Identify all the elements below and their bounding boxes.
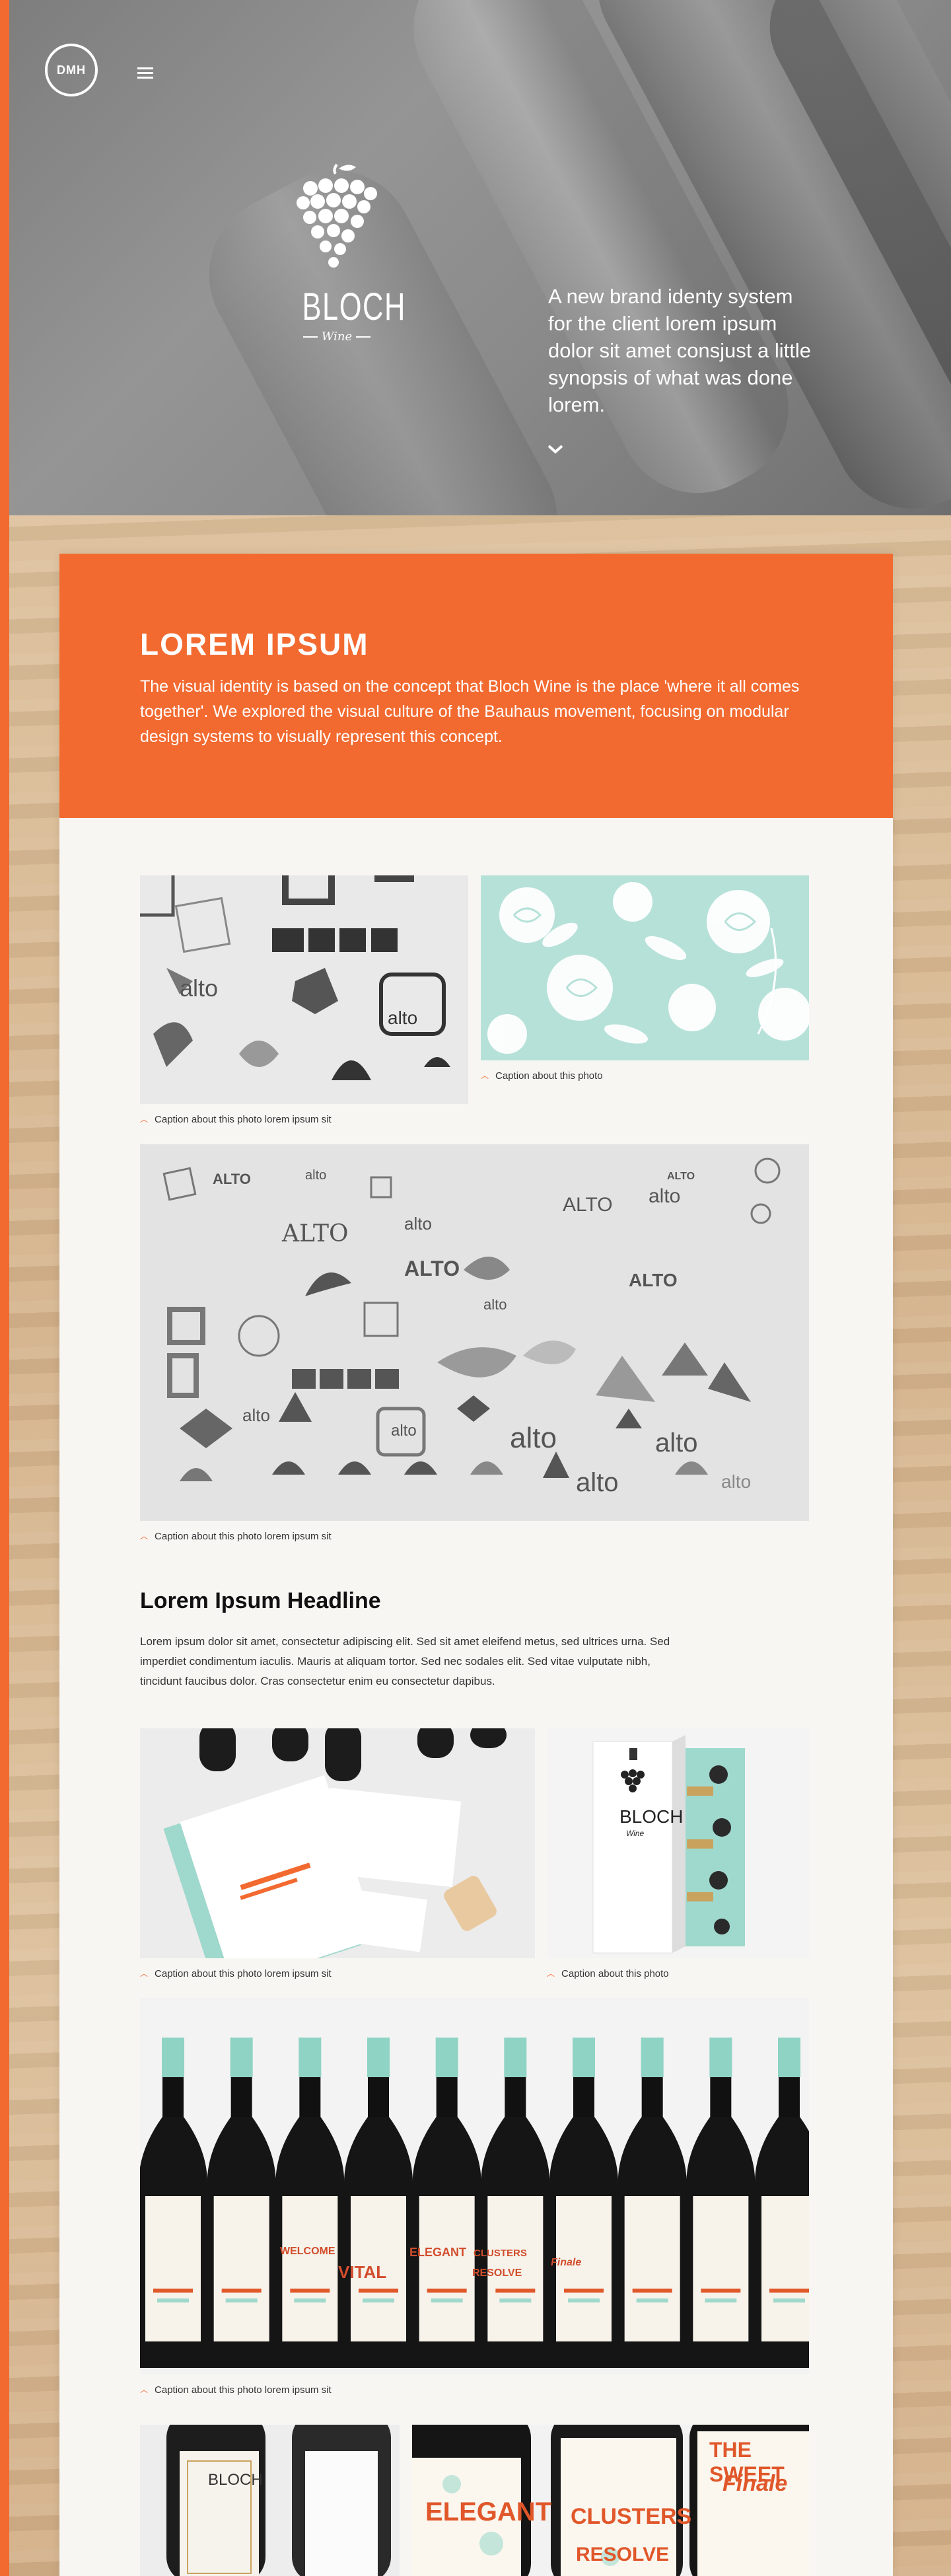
logo-word: ALTO	[282, 1220, 349, 1247]
logo-word: alto	[388, 1008, 418, 1028]
intro-text: The visual identity is based on the conc…	[140, 677, 800, 746]
chevron-up-icon: ︿	[140, 1969, 149, 1978]
box-sub: Wine	[626, 1829, 645, 1838]
label-text: RESOLVE	[472, 2267, 522, 2279]
logo-word: alto	[404, 1214, 432, 1233]
logo-word: alto	[655, 1428, 698, 1457]
logo-word: alto	[180, 975, 219, 1002]
bottle-labels-photo[interactable]: ELEGANT CLUSTERS RESOLVE THE SWEET Final…	[412, 2425, 809, 2576]
label-text: WELCOME	[280, 2246, 335, 2257]
logo-word: ALTO	[213, 1171, 251, 1187]
label-text: CLUSTERS	[474, 2248, 527, 2259]
bottles-svg	[140, 2038, 809, 2368]
wine-bottle	[412, 2038, 481, 2368]
logo-word: alto	[649, 1185, 681, 1207]
wine-bottle	[481, 2038, 550, 2368]
photo-caption: ︿ Caption about this photo lorem ipsum si…	[140, 1531, 332, 1542]
intro-title: LOREM IPSUM	[140, 627, 369, 661]
bottle-closeup-photo[interactable]: BLOCH	[140, 2425, 400, 2576]
intro-section: LOREM IPSUM The visual identity is based…	[59, 554, 893, 818]
logo-word: alto	[483, 1296, 507, 1313]
photo-caption: ︿ Caption about this photo	[481, 1070, 603, 1082]
site-logo[interactable]: DMH	[45, 44, 98, 96]
bloch-wine-logo: BLOCH Wine	[291, 162, 406, 360]
wine-bottle	[617, 2038, 687, 2368]
hero-description: A new brand identy system for the client…	[548, 285, 812, 416]
logo-word: ALTO	[667, 1171, 695, 1182]
content-card: LOREM IPSUM The visual identity is based…	[59, 554, 893, 2576]
photo-caption: ︿ Caption about this photo lorem ipsum si…	[140, 1968, 332, 1979]
floral-pattern-photo[interactable]	[481, 875, 809, 1060]
logo-word: alto	[242, 1405, 270, 1425]
wine-bottle	[755, 2038, 809, 2368]
logo-word: alto	[305, 1168, 327, 1183]
accent-strip	[0, 0, 9, 2576]
logo-word: alto	[576, 1468, 619, 1497]
chevron-down-icon[interactable]	[547, 444, 564, 455]
stationery-photo[interactable]	[140, 1728, 535, 1958]
label-text: VITAL	[338, 2262, 387, 2282]
chevron-up-icon: ︿	[140, 1115, 149, 1124]
logo-word: ALTO	[629, 1270, 678, 1290]
chevron-up-icon: ︿	[140, 2385, 149, 2394]
logo-word: ALTO	[563, 1194, 613, 1216]
logo-grid-photo[interactable]: alto alto	[140, 875, 468, 1104]
label-text: CLUSTERS	[571, 2504, 692, 2529]
label-text: ELEGANT	[409, 2246, 467, 2259]
label-text: Finale	[551, 2257, 582, 2268]
grape-icon	[297, 163, 377, 268]
logo-collage-photo[interactable]: ALTO alto ALTO alto ALTO ALTO alto ALTO …	[140, 1144, 809, 1521]
wine-bottle	[549, 2038, 618, 2368]
logo-word: ALTO	[404, 1257, 460, 1280]
chevron-up-icon: ︿	[481, 1071, 489, 1080]
logo-word: alto	[510, 1422, 557, 1454]
label-text: ELEGANT	[425, 2497, 552, 2526]
hero-section: DMH BLOCH Wine A new brand identy system…	[0, 0, 951, 515]
article-body: Lorem ipsum dolor sit amet, consectetur …	[140, 1635, 670, 1687]
photo-caption: ︿ Caption about this photo lorem ipsum si…	[140, 1114, 332, 1125]
box-brand: BLOCH	[619, 1806, 684, 1827]
wine-bottle	[686, 2038, 756, 2368]
label-text: Finale	[722, 2471, 788, 2496]
label-text: RESOLVE	[576, 2544, 670, 2565]
logo-word: alto	[721, 1471, 752, 1492]
wine-box-photo[interactable]: BLOCH Wine	[547, 1728, 809, 1958]
article-headline: Lorem Ipsum Headline	[140, 1588, 381, 1613]
bottles-row-photo[interactable]: WELCOME ELEGANT VITAL CLUSTERS RESOLVE F…	[140, 1998, 809, 2374]
hamburger-icon[interactable]	[137, 67, 153, 79]
wine-bottle	[275, 2038, 345, 2368]
logo-word: alto	[391, 1422, 417, 1440]
chevron-up-icon: ︿	[547, 1969, 555, 1978]
chevron-up-icon: ︿	[140, 1531, 149, 1541]
wine-bottle	[140, 2038, 207, 2368]
wine-bottle	[344, 2038, 413, 2368]
wine-bottle	[207, 2038, 276, 2368]
photo-caption: ︿ Caption about this photo lorem ipsum si…	[140, 2384, 332, 2396]
brand-name: BLOCH	[302, 285, 406, 328]
brand-subtitle: Wine	[291, 330, 383, 344]
photo-caption: ︿ Caption about this photo	[547, 1968, 669, 1979]
label-text: BLOCH	[208, 2471, 263, 2489]
